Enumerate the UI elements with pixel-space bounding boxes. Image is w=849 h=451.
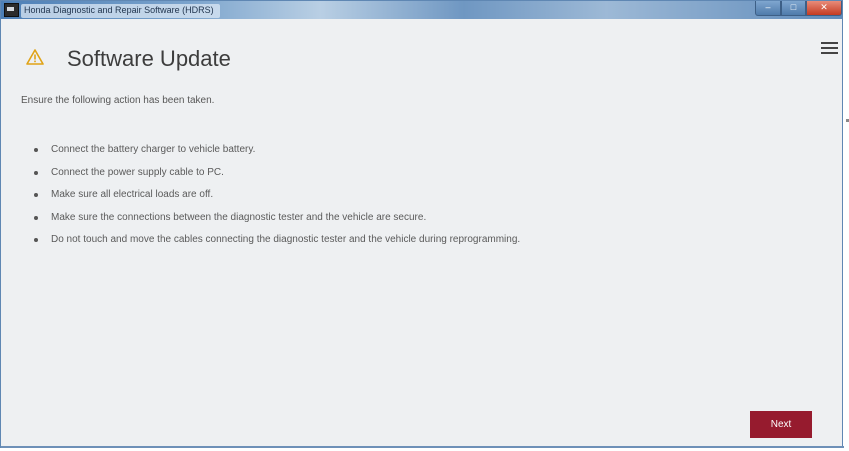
next-button[interactable]: Next: [750, 411, 812, 438]
list-item: Connect the battery charger to vehicle b…: [32, 143, 520, 166]
minimize-button[interactable]: –: [755, 1, 781, 16]
close-button[interactable]: ✕: [806, 1, 842, 16]
page-title: Software Update: [67, 46, 231, 71]
app-window: Honda Diagnostic and Repair Software (HD…: [0, 0, 844, 448]
warning-triangle-icon: [26, 49, 44, 65]
window-bottom-border: [1, 446, 844, 448]
intro-text: Ensure the following action has been tak…: [21, 95, 215, 106]
checklist: Connect the battery charger to vehicle b…: [32, 143, 520, 256]
list-item: Make sure the connections between the di…: [32, 211, 520, 234]
list-item: Do not touch and move the cables connect…: [32, 233, 520, 256]
title-bar[interactable]: Honda Diagnostic and Repair Software (HD…: [1, 1, 842, 19]
app-icon: [4, 3, 19, 17]
hamburger-menu-icon[interactable]: [821, 42, 838, 55]
maximize-button[interactable]: □: [781, 1, 806, 16]
list-item: Connect the power supply cable to PC.: [32, 166, 520, 189]
window-title: Honda Diagnostic and Repair Software (HD…: [21, 4, 220, 18]
list-item: Make sure all electrical loads are off.: [32, 188, 520, 211]
